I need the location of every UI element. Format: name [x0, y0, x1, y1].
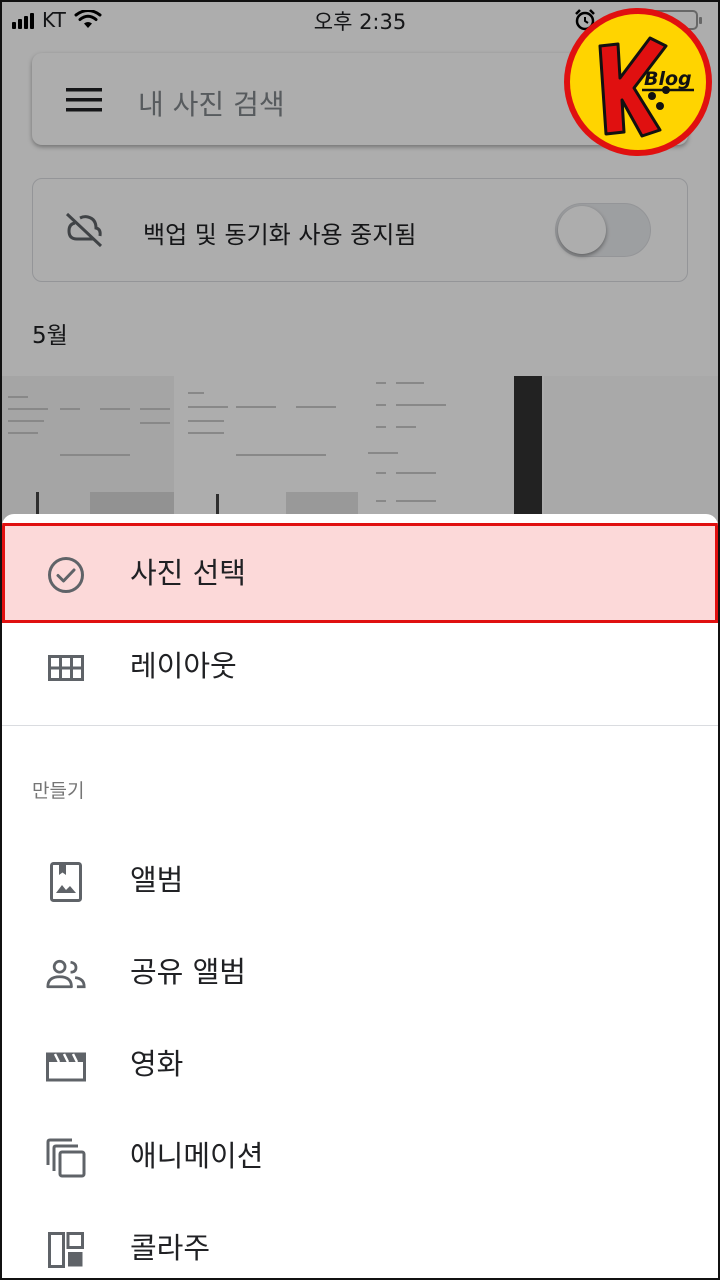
- divider: [2, 725, 718, 726]
- menu-item-layout[interactable]: 레이아웃: [2, 620, 718, 712]
- options-bottom-sheet: 사진 선택 레이아웃 만들기 앨범 공유 앨범 영화 애니메이션 콜라주: [2, 514, 718, 1278]
- menu-item-select-photos[interactable]: 사진 선택: [2, 527, 718, 619]
- grid-layout-icon: [48, 655, 84, 681]
- check-circle-icon: [48, 557, 84, 593]
- menu-item-movie[interactable]: 영화: [2, 1018, 718, 1110]
- logo-blog-text: Blog: [644, 68, 692, 90]
- menu-item-label: 앨범: [130, 863, 184, 897]
- menu-item-collage[interactable]: 콜라주: [2, 1202, 718, 1278]
- section-title-create: 만들기: [32, 780, 85, 802]
- menu-item-label: 공유 앨범: [130, 955, 246, 989]
- menu-item-label: 사진 선택: [130, 556, 246, 590]
- menu-item-shared-album[interactable]: 공유 앨범: [2, 926, 718, 1018]
- menu-item-label: 애니메이션: [130, 1139, 264, 1173]
- menu-item-album[interactable]: 앨범: [2, 834, 718, 926]
- k-blog-logo: Blog: [562, 6, 714, 158]
- menu-item-animation[interactable]: 애니메이션: [2, 1110, 718, 1202]
- menu-item-label: 콜라주: [130, 1231, 211, 1265]
- animation-icon: [46, 1138, 86, 1178]
- movie-icon: [46, 1052, 86, 1082]
- album-icon: [50, 862, 82, 902]
- menu-item-label: 영화: [130, 1047, 184, 1081]
- menu-item-label: 레이아웃: [130, 649, 237, 683]
- people-icon: [46, 959, 86, 989]
- collage-icon: [48, 1232, 84, 1268]
